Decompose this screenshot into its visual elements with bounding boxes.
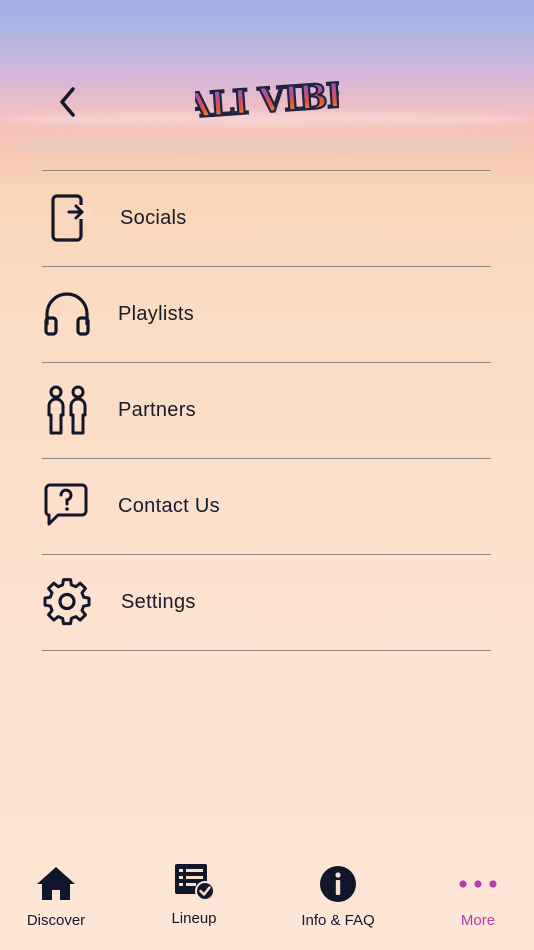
menu-label-contact-us: Contact Us xyxy=(118,495,220,517)
home-icon xyxy=(34,862,78,906)
more-dots-icon xyxy=(456,862,500,906)
menu-label-partners: Partners xyxy=(118,399,196,421)
svg-text:CALI VIBES: CALI VIBES xyxy=(195,74,339,129)
phone-share-icon xyxy=(42,193,92,243)
headphones-icon xyxy=(42,289,92,339)
tab-more[interactable]: More xyxy=(423,862,533,942)
menu-item-contact-us[interactable]: Contact Us xyxy=(42,459,491,555)
tab-lineup[interactable]: Lineup xyxy=(139,860,249,940)
cali-vibes-logo: CALI VIBES xyxy=(156,66,377,136)
tab-label-more: More xyxy=(460,912,496,929)
tab-label-discover: Discover xyxy=(26,912,86,929)
menu-item-playlists[interactable]: Playlists xyxy=(42,267,491,363)
menu-item-partners[interactable]: Partners xyxy=(42,363,491,459)
bottom-tab-bar: Discover Lineup Info & FAQ More xyxy=(0,850,534,950)
menu-item-settings[interactable]: Settings xyxy=(42,555,491,651)
checklist-icon xyxy=(172,860,216,904)
menu-label-playlists: Playlists xyxy=(118,303,195,325)
more-menu-list: Socials Playlists Partners Contact Us Se… xyxy=(42,170,491,651)
menu-item-socials[interactable]: Socials xyxy=(42,171,491,267)
tab-info-faq[interactable]: Info & FAQ xyxy=(283,862,393,942)
question-bubble-icon xyxy=(42,481,92,531)
header: CALI VIBES xyxy=(0,60,534,150)
gear-icon xyxy=(42,577,92,627)
menu-label-settings: Settings xyxy=(121,591,196,613)
info-icon xyxy=(316,862,360,906)
tab-discover[interactable]: Discover xyxy=(1,862,111,942)
people-icon xyxy=(42,385,92,435)
chevron-left-icon xyxy=(60,87,75,117)
back-button[interactable] xyxy=(48,82,88,122)
tab-label-info-faq: Info & FAQ xyxy=(301,912,375,929)
tab-label-lineup: Lineup xyxy=(171,910,217,927)
menu-label-socials: Socials xyxy=(120,207,187,229)
